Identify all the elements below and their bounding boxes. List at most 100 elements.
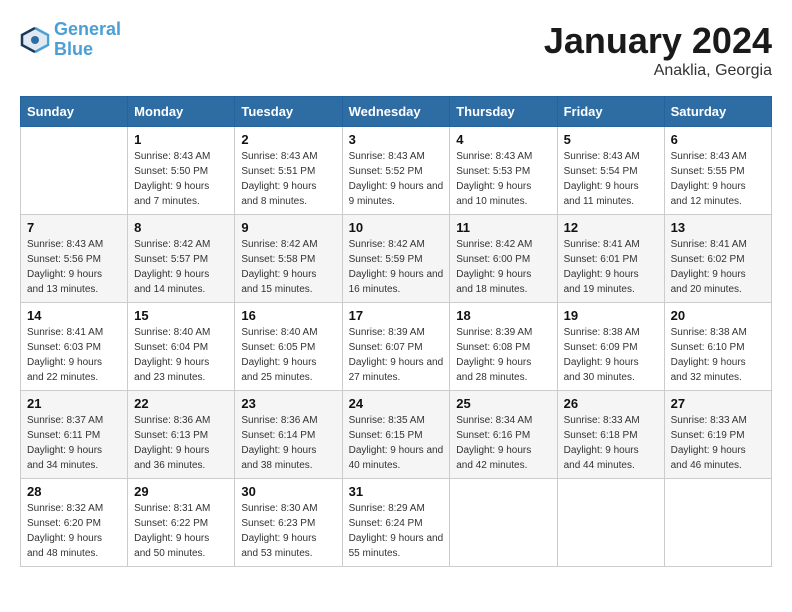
day-number: 24 xyxy=(349,396,444,411)
day-cell: 21 Sunrise: 8:37 AM Sunset: 6:11 PM Dayl… xyxy=(21,391,128,479)
sunset-text: Sunset: 6:14 PM xyxy=(241,428,335,443)
sunrise-text: Sunrise: 8:35 AM xyxy=(349,413,444,428)
day-number: 28 xyxy=(27,484,121,499)
col-thursday: Thursday xyxy=(450,97,557,127)
day-cell: 1 Sunrise: 8:43 AM Sunset: 5:50 PM Dayli… xyxy=(128,127,235,215)
day-info: Sunrise: 8:38 AM Sunset: 6:10 PM Dayligh… xyxy=(671,325,765,385)
sunset-text: Sunset: 5:58 PM xyxy=(241,252,335,267)
sunset-text: Sunset: 5:53 PM xyxy=(456,164,550,179)
day-number: 4 xyxy=(456,132,550,147)
sunset-text: Sunset: 6:13 PM xyxy=(134,428,228,443)
sunrise-text: Sunrise: 8:39 AM xyxy=(349,325,444,340)
daylight-text: Daylight: 9 hours and 13 minutes. xyxy=(27,267,121,297)
day-cell: 5 Sunrise: 8:43 AM Sunset: 5:54 PM Dayli… xyxy=(557,127,664,215)
logo: General Blue xyxy=(20,20,121,60)
sunset-text: Sunset: 6:03 PM xyxy=(27,340,121,355)
day-cell: 3 Sunrise: 8:43 AM Sunset: 5:52 PM Dayli… xyxy=(342,127,450,215)
day-number: 6 xyxy=(671,132,765,147)
logo-line1: General xyxy=(54,19,121,39)
day-number: 17 xyxy=(349,308,444,323)
day-info: Sunrise: 8:42 AM Sunset: 5:59 PM Dayligh… xyxy=(349,237,444,297)
sunset-text: Sunset: 5:50 PM xyxy=(134,164,228,179)
sunrise-text: Sunrise: 8:31 AM xyxy=(134,501,228,516)
week-row-3: 21 Sunrise: 8:37 AM Sunset: 6:11 PM Dayl… xyxy=(21,391,772,479)
sunrise-text: Sunrise: 8:42 AM xyxy=(456,237,550,252)
day-number: 26 xyxy=(564,396,658,411)
daylight-text: Daylight: 9 hours and 22 minutes. xyxy=(27,355,121,385)
day-number: 15 xyxy=(134,308,228,323)
daylight-text: Daylight: 9 hours and 42 minutes. xyxy=(456,443,550,473)
day-number: 23 xyxy=(241,396,335,411)
day-cell: 24 Sunrise: 8:35 AM Sunset: 6:15 PM Dayl… xyxy=(342,391,450,479)
sunrise-text: Sunrise: 8:43 AM xyxy=(671,149,765,164)
day-info: Sunrise: 8:43 AM Sunset: 5:51 PM Dayligh… xyxy=(241,149,335,209)
day-number: 12 xyxy=(564,220,658,235)
sunrise-text: Sunrise: 8:39 AM xyxy=(456,325,550,340)
col-friday: Friday xyxy=(557,97,664,127)
day-number: 7 xyxy=(27,220,121,235)
sunset-text: Sunset: 5:57 PM xyxy=(134,252,228,267)
daylight-text: Daylight: 9 hours and 15 minutes. xyxy=(241,267,335,297)
daylight-text: Daylight: 9 hours and 23 minutes. xyxy=(134,355,228,385)
day-cell: 9 Sunrise: 8:42 AM Sunset: 5:58 PM Dayli… xyxy=(235,215,342,303)
day-info: Sunrise: 8:43 AM Sunset: 5:50 PM Dayligh… xyxy=(134,149,228,209)
day-cell: 29 Sunrise: 8:31 AM Sunset: 6:22 PM Dayl… xyxy=(128,479,235,567)
sunset-text: Sunset: 6:10 PM xyxy=(671,340,765,355)
title-block: January 2024 Anaklia, Georgia xyxy=(544,20,772,80)
daylight-text: Daylight: 9 hours and 14 minutes. xyxy=(134,267,228,297)
week-row-0: 1 Sunrise: 8:43 AM Sunset: 5:50 PM Dayli… xyxy=(21,127,772,215)
day-number: 5 xyxy=(564,132,658,147)
day-cell: 19 Sunrise: 8:38 AM Sunset: 6:09 PM Dayl… xyxy=(557,303,664,391)
sunrise-text: Sunrise: 8:33 AM xyxy=(671,413,765,428)
day-number: 21 xyxy=(27,396,121,411)
daylight-text: Daylight: 9 hours and 50 minutes. xyxy=(134,531,228,561)
day-number: 1 xyxy=(134,132,228,147)
logo-line2: Blue xyxy=(54,39,93,59)
day-cell: 14 Sunrise: 8:41 AM Sunset: 6:03 PM Dayl… xyxy=(21,303,128,391)
sunset-text: Sunset: 6:22 PM xyxy=(134,516,228,531)
day-info: Sunrise: 8:41 AM Sunset: 6:01 PM Dayligh… xyxy=(564,237,658,297)
day-cell: 15 Sunrise: 8:40 AM Sunset: 6:04 PM Dayl… xyxy=(128,303,235,391)
day-info: Sunrise: 8:33 AM Sunset: 6:19 PM Dayligh… xyxy=(671,413,765,473)
page-header: General Blue January 2024 Anaklia, Georg… xyxy=(20,20,772,80)
day-number: 9 xyxy=(241,220,335,235)
daylight-text: Daylight: 9 hours and 40 minutes. xyxy=(349,443,444,473)
daylight-text: Daylight: 9 hours and 9 minutes. xyxy=(349,179,444,209)
day-info: Sunrise: 8:35 AM Sunset: 6:15 PM Dayligh… xyxy=(349,413,444,473)
day-cell: 8 Sunrise: 8:42 AM Sunset: 5:57 PM Dayli… xyxy=(128,215,235,303)
daylight-text: Daylight: 9 hours and 32 minutes. xyxy=(671,355,765,385)
sunrise-text: Sunrise: 8:42 AM xyxy=(349,237,444,252)
day-info: Sunrise: 8:38 AM Sunset: 6:09 PM Dayligh… xyxy=(564,325,658,385)
sunrise-text: Sunrise: 8:43 AM xyxy=(27,237,121,252)
day-info: Sunrise: 8:40 AM Sunset: 6:05 PM Dayligh… xyxy=(241,325,335,385)
day-cell: 6 Sunrise: 8:43 AM Sunset: 5:55 PM Dayli… xyxy=(664,127,771,215)
day-number: 3 xyxy=(349,132,444,147)
sunset-text: Sunset: 6:24 PM xyxy=(349,516,444,531)
day-cell: 11 Sunrise: 8:42 AM Sunset: 6:00 PM Dayl… xyxy=(450,215,557,303)
day-number: 16 xyxy=(241,308,335,323)
day-number: 2 xyxy=(241,132,335,147)
daylight-text: Daylight: 9 hours and 10 minutes. xyxy=(456,179,550,209)
day-cell: 26 Sunrise: 8:33 AM Sunset: 6:18 PM Dayl… xyxy=(557,391,664,479)
day-cell: 30 Sunrise: 8:30 AM Sunset: 6:23 PM Dayl… xyxy=(235,479,342,567)
day-cell xyxy=(664,479,771,567)
day-cell: 28 Sunrise: 8:32 AM Sunset: 6:20 PM Dayl… xyxy=(21,479,128,567)
sunrise-text: Sunrise: 8:43 AM xyxy=(349,149,444,164)
day-cell: 13 Sunrise: 8:41 AM Sunset: 6:02 PM Dayl… xyxy=(664,215,771,303)
daylight-text: Daylight: 9 hours and 46 minutes. xyxy=(671,443,765,473)
sunset-text: Sunset: 6:07 PM xyxy=(349,340,444,355)
sunset-text: Sunset: 5:55 PM xyxy=(671,164,765,179)
day-info: Sunrise: 8:43 AM Sunset: 5:56 PM Dayligh… xyxy=(27,237,121,297)
daylight-text: Daylight: 9 hours and 8 minutes. xyxy=(241,179,335,209)
day-info: Sunrise: 8:42 AM Sunset: 5:58 PM Dayligh… xyxy=(241,237,335,297)
day-info: Sunrise: 8:32 AM Sunset: 6:20 PM Dayligh… xyxy=(27,501,121,561)
sunset-text: Sunset: 5:59 PM xyxy=(349,252,444,267)
day-info: Sunrise: 8:30 AM Sunset: 6:23 PM Dayligh… xyxy=(241,501,335,561)
sunset-text: Sunset: 6:05 PM xyxy=(241,340,335,355)
day-cell: 17 Sunrise: 8:39 AM Sunset: 6:07 PM Dayl… xyxy=(342,303,450,391)
daylight-text: Daylight: 9 hours and 34 minutes. xyxy=(27,443,121,473)
daylight-text: Daylight: 9 hours and 12 minutes. xyxy=(671,179,765,209)
day-info: Sunrise: 8:41 AM Sunset: 6:02 PM Dayligh… xyxy=(671,237,765,297)
day-info: Sunrise: 8:36 AM Sunset: 6:14 PM Dayligh… xyxy=(241,413,335,473)
sunrise-text: Sunrise: 8:43 AM xyxy=(456,149,550,164)
